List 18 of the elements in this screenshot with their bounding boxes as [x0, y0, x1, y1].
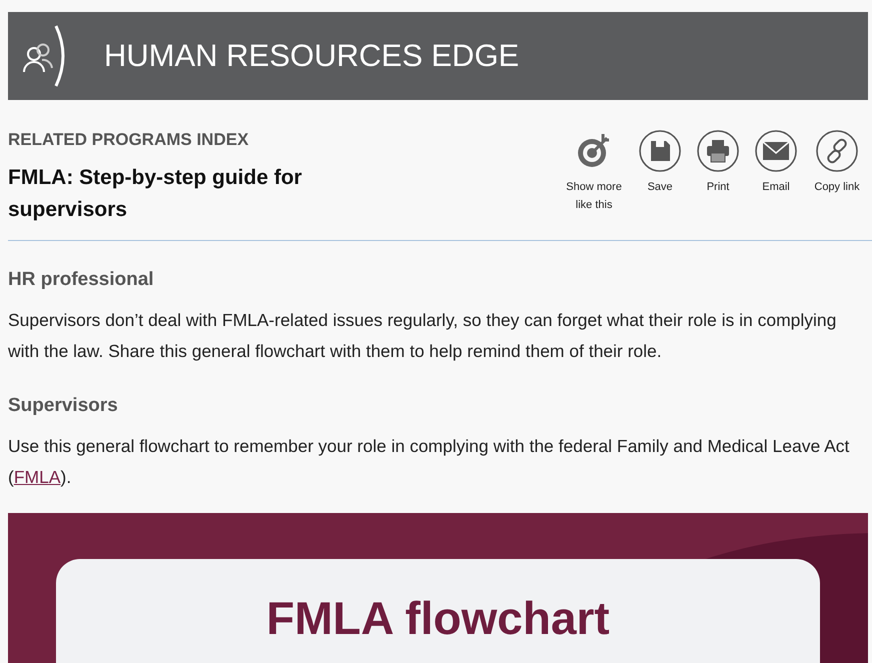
section-heading: Supervisors: [8, 395, 119, 417]
envelope-icon: [755, 130, 797, 172]
paragraph: Use this general flowchart to remember your role in complying with the federal Family and Medical Leave Act (FMLA).: [8, 435, 850, 489]
action-button[interactable]: Print: [694, 130, 742, 196]
site-title: HUMAN RESOURCES EDGE: [104, 38, 520, 74]
fmla-link[interactable]: FMLA: [14, 467, 61, 487]
article-title: FMLA: Step-by-step guide for supervisors: [8, 165, 303, 223]
link-icon: [816, 130, 858, 172]
floppy-disk-icon: [639, 130, 681, 172]
infographic-title: FMLA flowchart: [265, 595, 611, 641]
paragraph: Supervisors don’t deal with FMLA-related issues regularly, so they can forget what their role is in complying with the law. Share this general flowchart with them to help remind them of their role.: [8, 309, 838, 363]
action-button[interactable]: Copy link: [810, 130, 864, 196]
category-label: RELATED PROGRAMS INDEX: [8, 130, 250, 150]
section-heading: HR professional: [8, 269, 155, 291]
printer-icon: [697, 130, 739, 172]
action-button[interactable]: Email: [752, 130, 800, 196]
action-button[interactable]: Show more like this: [562, 130, 626, 214]
action-button[interactable]: Save: [636, 130, 684, 196]
